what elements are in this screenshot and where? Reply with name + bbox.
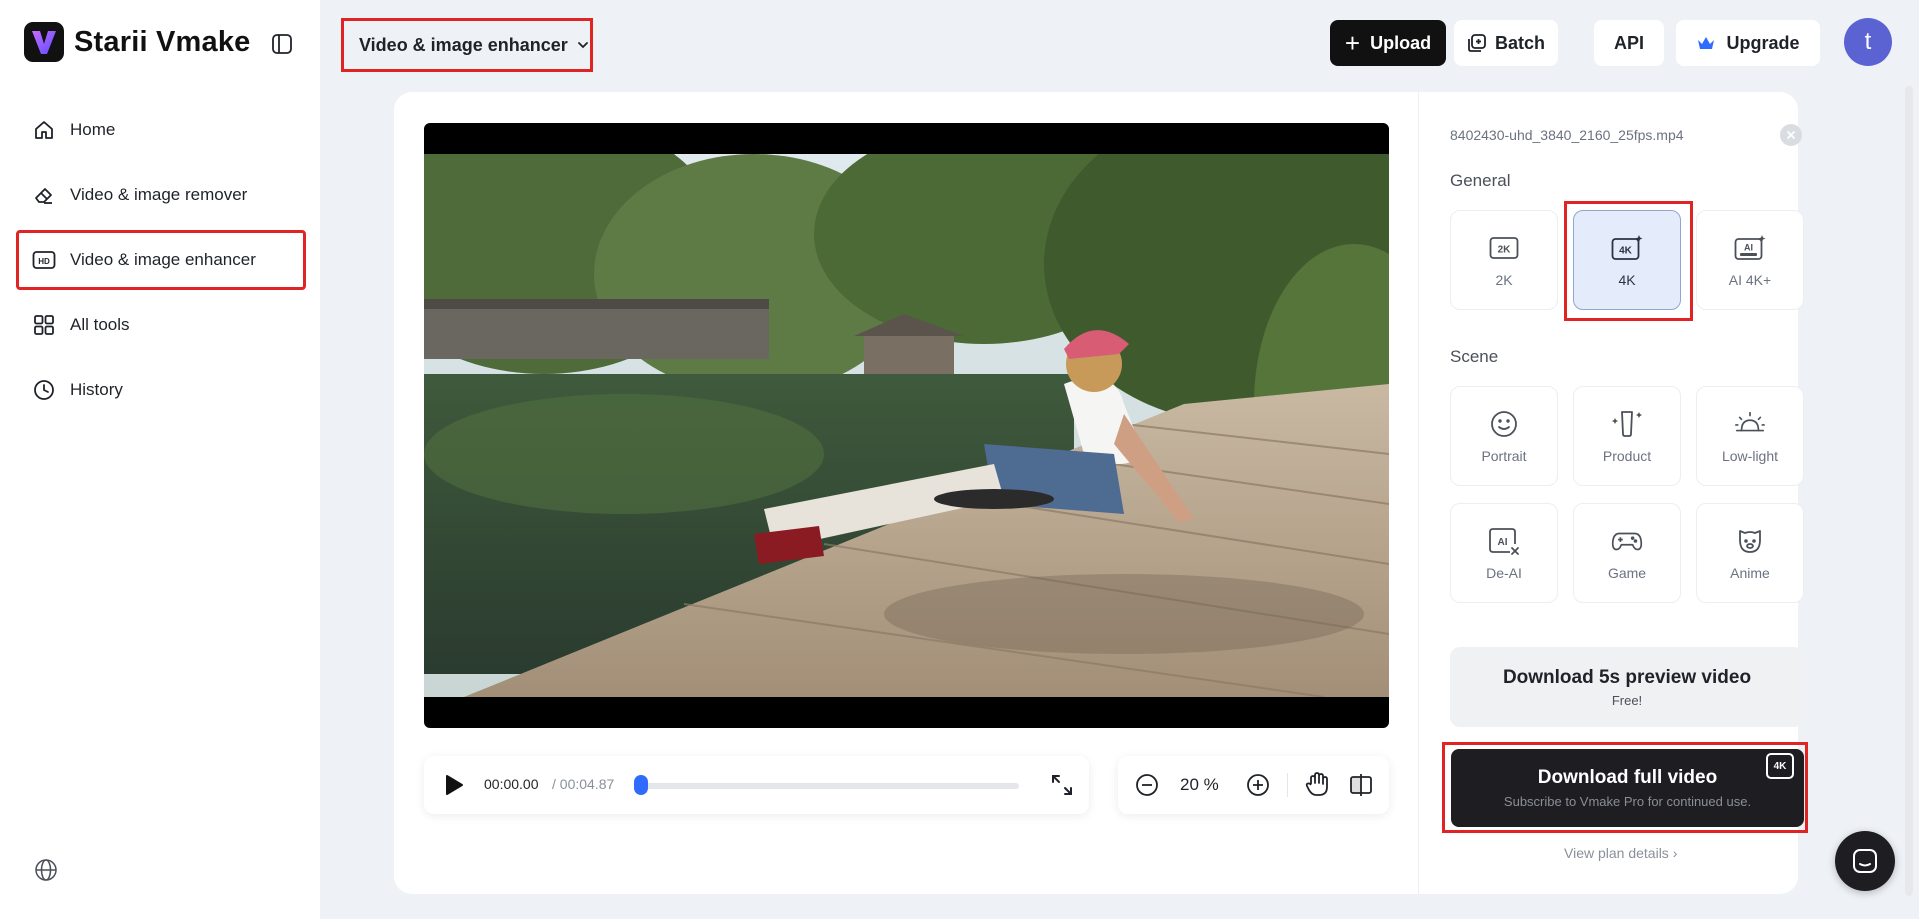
option-label: Low-light: [1721, 448, 1779, 464]
compare-split-icon[interactable]: [1348, 772, 1374, 798]
sidebar-item-label: All tools: [70, 315, 130, 334]
2k-icon: 2K: [1488, 232, 1520, 264]
scene-de-ai[interactable]: AI De-AI: [1450, 503, 1558, 603]
option-label: De-AI: [1486, 565, 1522, 581]
brand[interactable]: Starii Vmake: [24, 22, 251, 62]
selection-highlight: [1564, 201, 1693, 321]
scene-anime[interactable]: Anime: [1696, 503, 1804, 603]
panel-divider: [1418, 92, 1419, 894]
anime-icon: [1734, 525, 1766, 557]
view-plan-link[interactable]: View plan details ›: [1564, 845, 1677, 861]
svg-text:2K: 2K: [1498, 245, 1512, 256]
scene-section-label: Scene: [1450, 347, 1499, 366]
low-light-icon: [1734, 408, 1766, 440]
sidebar-item-history[interactable]: History: [16, 360, 306, 420]
file-name: 8402430-uhd_3840_2160_25fps.mp4: [1450, 127, 1684, 143]
download-full-button[interactable]: Download full video Subscribe to Vmake P…: [1451, 749, 1804, 827]
avatar[interactable]: t: [1844, 18, 1892, 66]
sidebar-item-enhancer[interactable]: HD Video & image enhancer: [16, 230, 306, 290]
batch-label: Batch: [1494, 32, 1545, 53]
smile-icon: [1488, 408, 1520, 440]
scene-low-light[interactable]: Low-light: [1696, 386, 1804, 486]
scene-game[interactable]: Game: [1573, 503, 1681, 603]
plus-icon: +: [1344, 28, 1361, 58]
option-label: Anime: [1730, 565, 1770, 581]
zoom-value: 20 %: [1180, 775, 1219, 794]
option-label: Portrait: [1481, 448, 1527, 464]
progress-track[interactable]: [639, 783, 1019, 789]
upload-button[interactable]: + Upload: [1330, 20, 1446, 66]
option-label: AI 4K+: [1728, 272, 1772, 288]
eraser-icon: [32, 183, 56, 207]
scene-product[interactable]: Product: [1573, 386, 1681, 486]
option-2k[interactable]: 2K 2K: [1450, 210, 1558, 310]
video-preview[interactable]: [424, 123, 1389, 728]
sidebar-item-all-tools[interactable]: All tools: [16, 295, 306, 355]
de-ai-icon: AI: [1488, 525, 1520, 557]
svg-text:HD: HD: [38, 257, 50, 266]
batch-button[interactable]: Batch: [1454, 20, 1558, 66]
current-time: 00:00.00: [484, 776, 539, 792]
chat-support-button[interactable]: [1835, 831, 1895, 891]
vmake-logo: [24, 22, 64, 62]
full-title: Download full video: [1537, 767, 1718, 788]
fullscreen-icon[interactable]: [1050, 773, 1074, 797]
sidebar-item-remover[interactable]: Video & image remover: [16, 165, 306, 225]
hand-pan-icon[interactable]: [1304, 771, 1330, 797]
sidebar-item-label: History: [70, 380, 123, 399]
progress-knob[interactable]: [634, 775, 648, 795]
video-frame-image: [424, 154, 1389, 697]
general-section-label: General: [1450, 171, 1511, 190]
page-scrollbar[interactable]: [1905, 86, 1913, 896]
clock-icon: [32, 378, 56, 402]
total-time: / 00:04.87: [552, 776, 615, 792]
zoom-bar: 20 %: [1118, 756, 1389, 814]
option-label: Game: [1607, 565, 1647, 581]
preview-title: Download 5s preview video: [1502, 666, 1752, 688]
preview-subtitle: Free!: [1611, 692, 1643, 708]
svg-text:AI: AI: [1744, 243, 1753, 253]
chevron-down-icon: [577, 42, 588, 49]
download-preview-button[interactable]: Download 5s preview video Free!: [1450, 647, 1804, 727]
option-label: 2K: [1495, 272, 1513, 288]
option-ai-4k-plus[interactable]: AI AI 4K+: [1696, 210, 1804, 310]
playback-bar: 00:00.00 / 00:04.87: [424, 756, 1089, 814]
upload-label: Upload: [1370, 32, 1432, 53]
brand-name: Starii Vmake: [74, 25, 251, 58]
scene-portrait[interactable]: Portrait: [1450, 386, 1558, 486]
sidebar-item-label: Home: [70, 120, 116, 139]
play-icon[interactable]: [442, 773, 466, 797]
api-button[interactable]: API: [1594, 20, 1664, 66]
tool-select-label: Video & image enhancer: [359, 34, 568, 55]
chat-icon: [1853, 849, 1877, 873]
grid-icon: [32, 313, 56, 337]
api-label: API: [1613, 32, 1644, 53]
tool-select-dropdown[interactable]: Video & image enhancer: [341, 18, 593, 72]
hd-icon: HD: [32, 248, 56, 272]
zoom-separator: [1287, 773, 1288, 797]
sidebar-item-label: Video & image enhancer: [70, 250, 256, 269]
sidebar-nav: Home Video & image remover HD Video & im…: [16, 100, 306, 425]
option-label: Product: [1602, 448, 1652, 464]
svg-text:AI: AI: [1498, 537, 1508, 548]
gamepad-icon: [1611, 525, 1643, 557]
sidebar-item-label: Video & image remover: [70, 185, 248, 204]
zoom-out-icon[interactable]: [1135, 773, 1159, 797]
crown-icon: [1698, 37, 1715, 49]
batch-icon: [1468, 34, 1486, 52]
close-icon[interactable]: [1780, 124, 1802, 146]
product-icon: [1611, 408, 1643, 440]
ai-4k-icon: AI: [1734, 232, 1766, 264]
sidebar-toggle-icon[interactable]: [268, 30, 296, 58]
4k-badge-icon: 4K: [1766, 753, 1794, 779]
sidebar: Starii Vmake Home Video & image remover …: [0, 0, 320, 919]
zoom-in-icon[interactable]: [1246, 773, 1270, 797]
home-icon: [32, 118, 56, 142]
full-subtitle: Subscribe to Vmake Pro for continued use…: [1503, 794, 1752, 809]
sidebar-item-home[interactable]: Home: [16, 100, 306, 160]
upgrade-button[interactable]: Upgrade: [1676, 20, 1820, 66]
upgrade-label: Upgrade: [1726, 32, 1800, 53]
language-globe-icon[interactable]: [34, 858, 58, 882]
